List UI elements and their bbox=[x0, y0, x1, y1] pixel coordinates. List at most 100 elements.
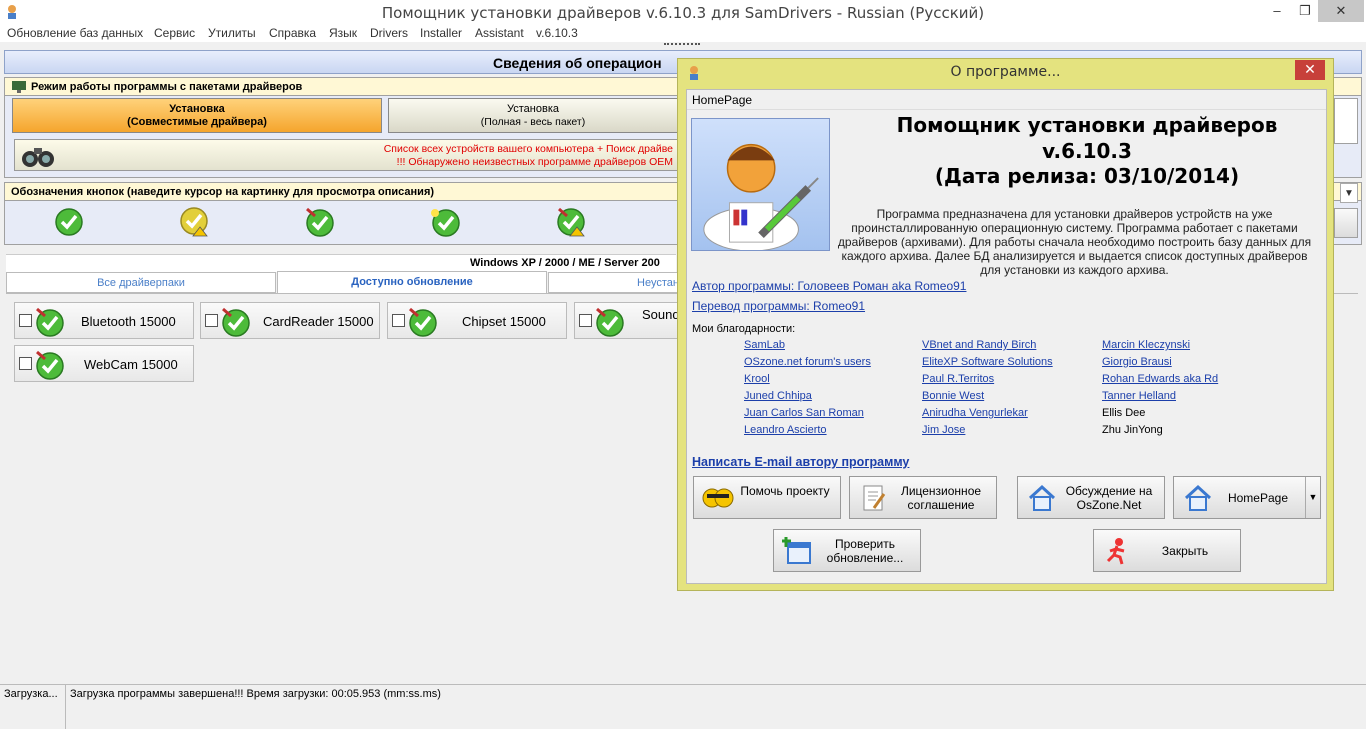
driver-checkbox[interactable] bbox=[205, 314, 218, 327]
driver-item-webcam[interactable]: WebCam 15000 bbox=[14, 345, 194, 382]
check-update-icon[interactable] bbox=[305, 207, 335, 237]
menu-service[interactable]: Сервис bbox=[154, 26, 195, 40]
right-combobox[interactable] bbox=[1334, 98, 1358, 144]
document-icon bbox=[863, 485, 886, 511]
splitter-grip[interactable] bbox=[664, 43, 700, 46]
close-dialog-button[interactable]: Закрыть bbox=[1093, 529, 1241, 572]
install-compatible-button[interactable]: Установка (Совместимые драйвера) bbox=[12, 98, 382, 133]
credit-link[interactable]: Leandro Ascierto bbox=[744, 424, 827, 436]
driver-label: Bluetooth 15000 bbox=[81, 314, 176, 329]
check-bulb-icon[interactable] bbox=[430, 207, 460, 237]
check-update-button[interactable]: Проверить обновление... bbox=[773, 529, 921, 572]
driver-label: Sound bbox=[642, 307, 680, 322]
dialog-title: О программе... bbox=[950, 64, 1061, 80]
dialog-release-date: (Дата релиза: 03/10/2014) bbox=[934, 164, 1240, 188]
credit-link[interactable]: Jim Jose bbox=[922, 424, 965, 436]
status-message: Загрузка программы завершена!!! Время за… bbox=[70, 688, 441, 700]
driver-item-chipset[interactable]: Chipset 15000 bbox=[387, 302, 567, 339]
driver-item-sound[interactable]: Sound bbox=[574, 302, 680, 339]
menu-language[interactable]: Язык bbox=[329, 26, 357, 40]
driver-label: WebCam 15000 bbox=[84, 357, 178, 372]
homepage-button[interactable]: HomePage ▼ bbox=[1173, 476, 1321, 519]
check-update-icon bbox=[222, 307, 250, 337]
tab-all-driverpacks[interactable]: Все драйверпаки bbox=[6, 272, 276, 293]
credit-link[interactable]: Bonnie West bbox=[922, 390, 984, 402]
license-button[interactable]: Лицензионное соглашение bbox=[849, 476, 997, 519]
install-full-label: Установка bbox=[507, 103, 559, 115]
install-compatible-sublabel: (Совместимые драйвера) bbox=[127, 116, 267, 128]
menu-version: v.6.10.3 bbox=[536, 26, 578, 40]
check-update-icon bbox=[36, 307, 64, 337]
credit-link[interactable]: Anirudha Vengurlekar bbox=[922, 407, 1028, 419]
driver-item-bluetooth[interactable]: Bluetooth 15000 bbox=[14, 302, 194, 339]
os-bar: Windows XP / 2000 / ME / Server 200 bbox=[6, 254, 676, 272]
email-author-link[interactable]: Написать E-mail автору программу bbox=[692, 455, 909, 469]
driver-checkbox[interactable] bbox=[579, 314, 592, 327]
discuss-oszone-button[interactable]: Обсуждение на OsZone.Net bbox=[1017, 476, 1165, 519]
dialog-close-icon[interactable]: ✕ bbox=[1295, 60, 1325, 80]
right-button[interactable] bbox=[1334, 208, 1358, 238]
credit-link[interactable]: Rohan Edwards aka Rd bbox=[1102, 373, 1218, 385]
credit-link[interactable]: SamLab bbox=[744, 339, 785, 351]
driver-item-cardreader[interactable]: CardReader 15000 bbox=[200, 302, 380, 339]
driver-checkbox[interactable] bbox=[19, 314, 32, 327]
chevron-down-icon[interactable]: ▼ bbox=[1305, 477, 1320, 518]
title-bar: Помощник установки драйверов v.6.10.3 дл… bbox=[0, 0, 1366, 24]
tab-update-available[interactable]: Доступно обновление bbox=[277, 271, 547, 294]
install-full-sublabel: (Полная - весь пакет) bbox=[480, 116, 586, 128]
close-dialog-label: Закрыть bbox=[1161, 544, 1209, 558]
check-update-icon bbox=[409, 307, 437, 337]
homepage-menu[interactable]: HomePage bbox=[692, 93, 752, 107]
thanks-label: Мои благодарности: bbox=[692, 323, 796, 335]
status-bar: Загрузка... Загрузка программы завершена… bbox=[0, 684, 1366, 729]
dialog-version: v.6.10.3 bbox=[1042, 139, 1132, 163]
credit-link[interactable]: Juan Carlos San Roman bbox=[744, 407, 864, 419]
status-separator bbox=[65, 685, 66, 729]
check-warning-icon[interactable] bbox=[180, 207, 210, 237]
check-update-icon bbox=[596, 307, 624, 337]
menu-assistant[interactable]: Assistant bbox=[475, 26, 524, 40]
tab-not-installed[interactable]: Неустан bbox=[548, 272, 679, 293]
credit-link[interactable]: EliteXP Software Solutions bbox=[922, 356, 1053, 368]
chevron-down-icon[interactable]: ▼ bbox=[1340, 183, 1358, 203]
divider bbox=[687, 109, 1326, 110]
credit-link[interactable]: Tanner Helland bbox=[1102, 390, 1176, 402]
help-project-button[interactable]: Помочь проекту bbox=[693, 476, 841, 519]
install-full-button[interactable]: Установка (Полная - весь пакет) bbox=[388, 98, 678, 133]
author-link[interactable]: Автор программы: Головеев Роман aka Rome… bbox=[692, 279, 966, 293]
credit-name: Zhu JinYong bbox=[1102, 424, 1163, 436]
credit-link[interactable]: Juned Chhipa bbox=[744, 390, 812, 402]
minimize-button[interactable]: – bbox=[1262, 0, 1292, 22]
menu-utilities[interactable]: Утилиты bbox=[208, 26, 256, 40]
translation-link[interactable]: Перевод программы: Romeo91 bbox=[692, 299, 865, 313]
about-dialog: О программе... ✕ HomePage Помощник устан… bbox=[677, 58, 1334, 591]
check-compatible-icon[interactable] bbox=[54, 207, 84, 237]
device-list-info[interactable]: Список всех устройств вашего компьютера … bbox=[14, 139, 684, 171]
menu-installer[interactable]: Installer bbox=[420, 26, 462, 40]
credit-link[interactable]: Paul R.Territos bbox=[922, 373, 994, 385]
menu-update-db[interactable]: Обновление баз данных bbox=[7, 26, 143, 40]
home-icon bbox=[1028, 484, 1056, 511]
running-man-icon bbox=[1106, 538, 1125, 565]
os-bar-label: Windows XP / 2000 / ME / Server 200 bbox=[470, 257, 660, 269]
driver-checkbox[interactable] bbox=[392, 314, 405, 327]
credit-link[interactable]: Krool bbox=[744, 373, 770, 385]
menu-help[interactable]: Справка bbox=[269, 26, 316, 40]
help-project-label: Помочь проекту bbox=[740, 484, 830, 498]
credit-link[interactable]: VBnet and Randy Birch bbox=[922, 339, 1036, 351]
smiley-icon bbox=[702, 488, 734, 508]
credit-link[interactable]: Marcin Kleczynski bbox=[1102, 339, 1190, 351]
check-update-warning-icon[interactable] bbox=[557, 207, 587, 237]
install-compatible-label: Установка bbox=[169, 103, 225, 115]
splitter[interactable] bbox=[0, 42, 1366, 50]
check-update-icon bbox=[36, 350, 64, 380]
driver-checkbox[interactable] bbox=[19, 357, 32, 370]
menu-drivers[interactable]: Drivers bbox=[370, 26, 408, 40]
driver-label: CardReader 15000 bbox=[263, 314, 374, 329]
homepage-button-label: HomePage bbox=[1227, 491, 1289, 505]
window-title: Помощник установки драйверов v.6.10.3 дл… bbox=[381, 4, 985, 22]
close-button[interactable]: ✕ bbox=[1318, 0, 1364, 22]
credit-link[interactable]: OSzone.net forum's users bbox=[744, 356, 871, 368]
credit-link[interactable]: Giorgio Brausi bbox=[1102, 356, 1172, 368]
maximize-button[interactable]: ❐ bbox=[1290, 0, 1320, 22]
